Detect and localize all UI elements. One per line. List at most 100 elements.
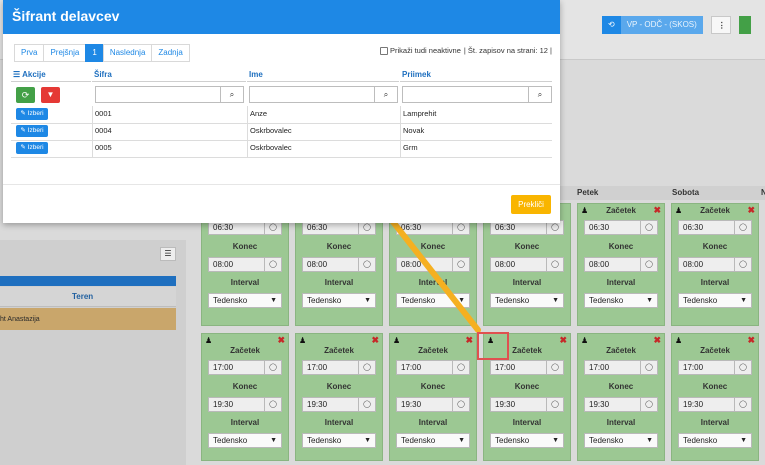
- end-time-input[interactable]: 19:30 ◯: [678, 397, 752, 412]
- end-time-input[interactable]: 19:30 ◯: [584, 397, 658, 412]
- schedule-card[interactable]: ♟ ✖ Začetek 17:00 ◯ Konec 19:30 ◯ Interval Tedens…: [671, 333, 759, 461]
- table-row[interactable]: ✎ Izberi 0005 Oskrbovalec Grm: [11, 140, 552, 158]
- schedule-card[interactable]: ♟ ✖ Začetek 17:00 ◯ Konec 19:30 ◯ Interval Tedens…: [389, 333, 477, 461]
- refresh-icon[interactable]: ⟲: [602, 16, 621, 34]
- clock-icon[interactable]: ◯: [546, 398, 563, 411]
- schedule-card[interactable]: ♟ ✖ Začetek 06:30 ◯ Konec 08:00 ◯ Interval Tedens…: [671, 203, 759, 326]
- clock-icon[interactable]: ◯: [546, 361, 563, 374]
- schedule-card[interactable]: ♟ ✖ Začetek 17:00 ◯ Konec 19:30 ◯ Interval Tedens…: [201, 333, 289, 461]
- end-time-input[interactable]: 08:00 ◯: [208, 257, 282, 272]
- filter-code-input[interactable]: ⌕: [95, 86, 244, 103]
- select-button[interactable]: ✎ Izberi: [16, 108, 48, 120]
- clock-icon[interactable]: ◯: [734, 398, 751, 411]
- clock-icon[interactable]: ◯: [640, 221, 657, 234]
- interval-select[interactable]: Tedensko ▼: [678, 293, 752, 308]
- interval-select[interactable]: Tedensko ▼: [302, 433, 376, 448]
- close-icon[interactable]: ✖: [277, 335, 285, 346]
- more-menu-button[interactable]: ⋮: [710, 16, 731, 34]
- person-icon[interactable]: ♟: [205, 336, 212, 345]
- schedule-card[interactable]: ♟ ✖ Začetek 17:00 ◯ Konec 19:30 ◯ Interval Tedens…: [295, 333, 383, 461]
- interval-select[interactable]: Tedensko ▼: [396, 293, 470, 308]
- actions-cell: ✎ Izberi: [11, 106, 92, 123]
- interval-select[interactable]: Tedensko ▼: [490, 433, 564, 448]
- close-icon[interactable]: ✖: [653, 335, 661, 346]
- start-time-input[interactable]: 17:00 ◯: [490, 360, 564, 375]
- select-button[interactable]: ✎ Izberi: [16, 125, 48, 137]
- clock-icon[interactable]: ◯: [264, 361, 281, 374]
- clock-icon[interactable]: ◯: [734, 221, 751, 234]
- page-next-button[interactable]: Naslednja: [102, 44, 153, 62]
- close-icon[interactable]: ✖: [559, 335, 567, 346]
- end-time-input[interactable]: 19:30 ◯: [490, 397, 564, 412]
- start-time-input[interactable]: 06:30 ◯: [678, 220, 752, 235]
- end-time-input[interactable]: 19:30 ◯: [302, 397, 376, 412]
- clock-icon[interactable]: ◯: [546, 258, 563, 271]
- close-icon[interactable]: ✖: [747, 335, 755, 346]
- person-icon[interactable]: ♟: [581, 336, 588, 345]
- person-icon[interactable]: ♟: [675, 336, 682, 345]
- clock-icon[interactable]: ◯: [358, 258, 375, 271]
- page-current-button[interactable]: 1: [85, 44, 104, 62]
- end-label: Konec: [420, 242, 446, 251]
- start-label: Začetek: [230, 346, 260, 355]
- search-icon[interactable]: ⌕: [220, 87, 243, 102]
- start-time-input[interactable]: 06:30 ◯: [584, 220, 658, 235]
- clock-icon[interactable]: ◯: [358, 398, 375, 411]
- clock-icon[interactable]: ◯: [734, 361, 751, 374]
- interval-select[interactable]: Tedensko ▼: [208, 293, 282, 308]
- person-icon[interactable]: ♟: [299, 336, 306, 345]
- close-icon[interactable]: ✖: [465, 335, 473, 346]
- clock-icon[interactable]: ◯: [640, 398, 657, 411]
- end-time-input[interactable]: 08:00 ◯: [302, 257, 376, 272]
- list-icon[interactable]: ☰: [160, 247, 176, 261]
- clock-icon[interactable]: ◯: [264, 398, 281, 411]
- filter-name-input[interactable]: ⌕: [249, 86, 398, 103]
- cancel-button[interactable]: Prekliči: [511, 195, 551, 214]
- clock-icon[interactable]: ◯: [452, 398, 469, 411]
- end-time-input[interactable]: 19:30 ◯: [396, 397, 470, 412]
- clock-icon[interactable]: ◯: [640, 258, 657, 271]
- add-button[interactable]: [738, 16, 751, 34]
- search-icon[interactable]: ⌕: [374, 87, 397, 102]
- end-time-input[interactable]: 08:00 ◯: [678, 257, 752, 272]
- interval-select[interactable]: Tedensko ▼: [490, 293, 564, 308]
- person-icon[interactable]: ♟: [393, 336, 400, 345]
- start-time-input[interactable]: 17:00 ◯: [584, 360, 658, 375]
- interval-select[interactable]: Tedensko ▼: [302, 293, 376, 308]
- clock-icon[interactable]: ◯: [358, 361, 375, 374]
- context-selector[interactable]: VP - ODČ - (SKOS): [620, 16, 703, 34]
- clock-icon[interactable]: ◯: [452, 258, 469, 271]
- close-icon[interactable]: ✖: [371, 335, 379, 346]
- interval-select[interactable]: Tedensko ▼: [208, 433, 282, 448]
- schedule-card[interactable]: ♟ ✖ Začetek 06:30 ◯ Konec 08:00 ◯ Interval Tedens…: [577, 203, 665, 326]
- interval-select[interactable]: Tedensko ▼: [678, 433, 752, 448]
- start-time-input[interactable]: 17:00 ◯: [302, 360, 376, 375]
- page-first-button[interactable]: Prva: [14, 44, 45, 62]
- select-button[interactable]: ✎ Izberi: [16, 142, 48, 154]
- table-row[interactable]: ✎ Izberi 0001 Anze Lamprehit: [11, 106, 552, 124]
- interval-select[interactable]: Tedensko ▼: [396, 433, 470, 448]
- filter-icon[interactable]: ▼: [41, 87, 60, 103]
- start-time-input[interactable]: 17:00 ◯: [396, 360, 470, 375]
- end-time-input[interactable]: 08:00 ◯: [396, 257, 470, 272]
- clock-icon[interactable]: ◯: [734, 258, 751, 271]
- filter-surname-input[interactable]: ⌕: [402, 86, 552, 103]
- page-last-button[interactable]: Zadnja: [151, 44, 190, 62]
- clock-icon[interactable]: ◯: [264, 258, 281, 271]
- show-inactive-checkbox[interactable]: [380, 46, 389, 55]
- refresh-icon[interactable]: ⟳: [16, 87, 35, 103]
- table-row[interactable]: ✎ Izberi 0004 Oskrbovalec Novak: [11, 123, 552, 141]
- start-time-input[interactable]: 17:00 ◯: [678, 360, 752, 375]
- page-prev-button[interactable]: Prejšnja: [43, 44, 87, 62]
- end-time-input[interactable]: 08:00 ◯: [584, 257, 658, 272]
- name-cell: Anze: [247, 106, 400, 123]
- end-time-input[interactable]: 08:00 ◯: [490, 257, 564, 272]
- start-time-input[interactable]: 17:00 ◯: [208, 360, 282, 375]
- clock-icon[interactable]: ◯: [640, 361, 657, 374]
- end-time-input[interactable]: 19:30 ◯: [208, 397, 282, 412]
- search-icon[interactable]: ⌕: [528, 87, 551, 102]
- interval-select[interactable]: Tedensko ▼: [584, 293, 658, 308]
- clock-icon[interactable]: ◯: [452, 361, 469, 374]
- schedule-card[interactable]: ♟ ✖ Začetek 17:00 ◯ Konec 19:30 ◯ Interval Tedens…: [577, 333, 665, 461]
- interval-select[interactable]: Tedensko ▼: [584, 433, 658, 448]
